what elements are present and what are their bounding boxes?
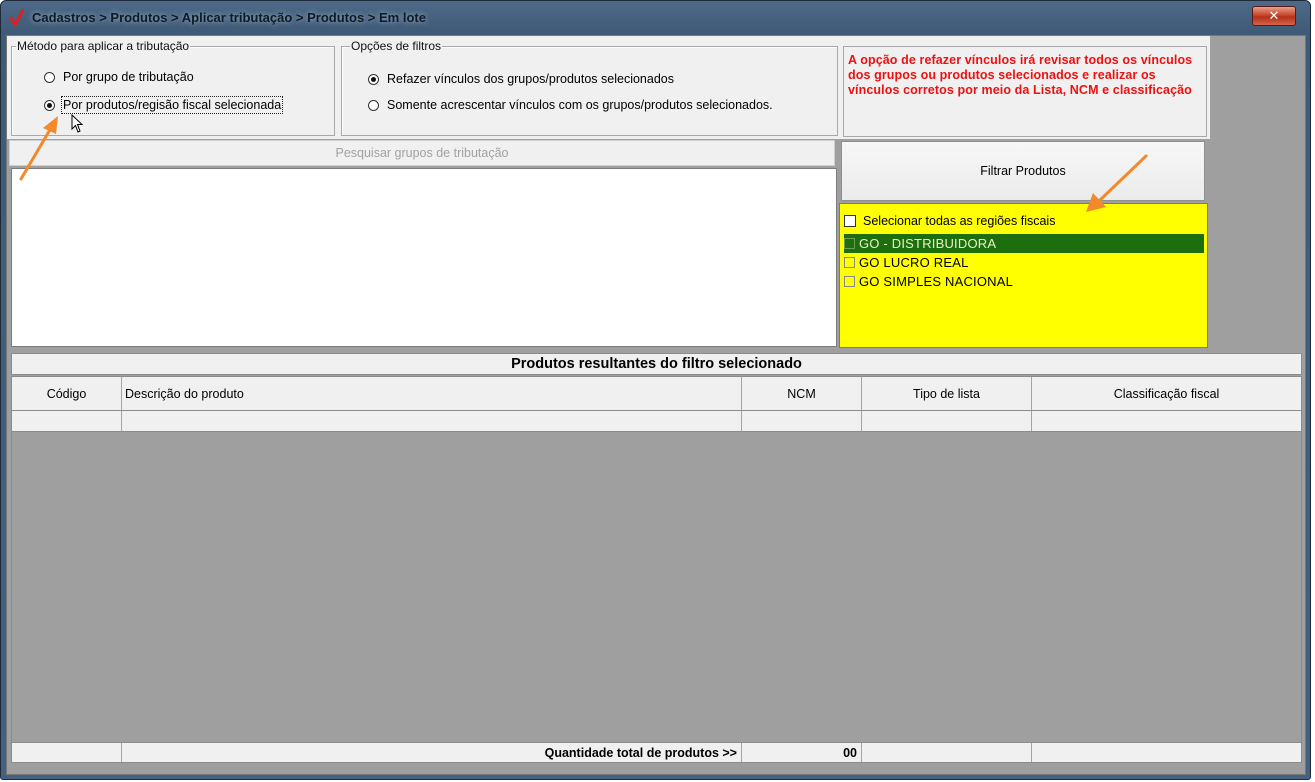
regions-list: GO - DISTRIBUIDORA GO LUCRO REAL GO SIMP… bbox=[844, 234, 1204, 291]
region-item-label: GO SIMPLES NACIONAL bbox=[859, 274, 1014, 289]
checkbox-box[interactable] bbox=[844, 276, 855, 287]
region-item-label: GO LUCRO REAL bbox=[859, 255, 969, 270]
column-header-list-type[interactable]: Tipo de lista bbox=[862, 377, 1032, 410]
region-item-label: GO - DISTRIBUIDORA bbox=[859, 236, 997, 251]
filter-cell[interactable] bbox=[122, 411, 742, 431]
filter-cell[interactable] bbox=[12, 411, 122, 431]
footer-cell bbox=[862, 743, 1032, 762]
footer-cell bbox=[1032, 743, 1301, 762]
column-header-code[interactable]: Código bbox=[12, 377, 122, 410]
title-bar[interactable]: Cadastros > Produtos > Aplicar tributaçã… bbox=[1, 1, 1310, 35]
method-group: Método para aplicar a tributação Por gru… bbox=[11, 39, 335, 136]
column-header-fiscal-class[interactable]: Classificação fiscal bbox=[1032, 377, 1301, 410]
column-header-description[interactable]: Descrição do produto bbox=[122, 377, 742, 410]
filter-options-legend: Opções de filtros bbox=[350, 39, 443, 53]
radio-circle-selected[interactable] bbox=[368, 73, 379, 85]
main-window: Cadastros > Produtos > Aplicar tributaçã… bbox=[0, 0, 1311, 780]
filter-products-button[interactable]: Filtrar Produtos bbox=[841, 141, 1205, 201]
radio-by-products-region[interactable]: Por produtos/regisão fiscal selecionada bbox=[44, 96, 284, 114]
radio-circle[interactable] bbox=[44, 71, 55, 83]
red-check-icon bbox=[10, 9, 24, 27]
filter-options-group: Opções de filtros Refazer vínculos dos g… bbox=[341, 39, 838, 136]
options-panel: Método para aplicar a tributação Por gru… bbox=[7, 36, 1210, 139]
results-title: Produtos resultantes do filtro seleciona… bbox=[11, 353, 1302, 375]
right-filler bbox=[1210, 36, 1305, 346]
select-all-regions-label: Selecionar todas as regiões fiscais bbox=[863, 214, 1056, 228]
radio-redo-links-label: Refazer vínculos dos grupos/produtos sel… bbox=[387, 72, 674, 86]
filter-cell[interactable] bbox=[862, 411, 1032, 431]
radio-add-links-only[interactable]: Somente acrescentar vínculos com os grup… bbox=[368, 98, 773, 112]
total-products-label: Quantidade total de produtos >> bbox=[122, 743, 742, 762]
table-filter-row[interactable] bbox=[11, 411, 1302, 432]
checkbox-box[interactable] bbox=[844, 257, 855, 268]
region-item-go-simples-nacional[interactable]: GO SIMPLES NACIONAL bbox=[844, 272, 1204, 291]
tax-groups-list[interactable] bbox=[11, 168, 837, 347]
radio-by-tax-group-label: Por grupo de tributação bbox=[63, 70, 194, 84]
radio-add-links-only-label: Somente acrescentar vínculos com os grup… bbox=[387, 98, 773, 112]
checkbox-box[interactable] bbox=[844, 238, 855, 249]
info-message: A opção de refazer vínculos irá revisar … bbox=[848, 53, 1193, 97]
results-table-footer: Quantidade total de produtos >> 00 bbox=[11, 742, 1302, 763]
results-table-header: Código Descrição do produto NCM Tipo de … bbox=[11, 376, 1302, 411]
search-tax-groups-header[interactable]: Pesquisar grupos de tributação bbox=[9, 140, 835, 166]
radio-by-tax-group[interactable]: Por grupo de tributação bbox=[44, 70, 194, 84]
region-item-go-lucro-real[interactable]: GO LUCRO REAL bbox=[844, 253, 1204, 272]
filter-cell[interactable] bbox=[1032, 411, 1301, 431]
client-area: Método para aplicar a tributação Por gru… bbox=[6, 35, 1306, 775]
fiscal-regions-panel: Selecionar todas as regiões fiscais GO -… bbox=[839, 203, 1208, 348]
close-button[interactable]: ✕ bbox=[1252, 6, 1296, 26]
total-products-value: 00 bbox=[742, 743, 862, 762]
window-title: Cadastros > Produtos > Aplicar tributaçã… bbox=[32, 10, 426, 25]
method-group-legend: Método para aplicar a tributação bbox=[16, 39, 191, 53]
radio-by-products-region-label: Por produtos/regisão fiscal selecionada bbox=[60, 96, 284, 114]
radio-redo-links[interactable]: Refazer vínculos dos grupos/produtos sel… bbox=[368, 72, 674, 86]
footer-cell bbox=[12, 743, 122, 762]
radio-circle[interactable] bbox=[368, 99, 379, 111]
results-grid-body[interactable] bbox=[11, 432, 1302, 742]
region-item-go-distribuidora[interactable]: GO - DISTRIBUIDORA bbox=[844, 234, 1204, 253]
filter-cell[interactable] bbox=[742, 411, 862, 431]
info-box: A opção de refazer vínculos irá revisar … bbox=[843, 46, 1207, 137]
select-all-regions-checkbox[interactable]: Selecionar todas as regiões fiscais bbox=[844, 214, 1055, 228]
mouse-pointer-icon bbox=[71, 114, 84, 133]
column-header-ncm[interactable]: NCM bbox=[742, 377, 862, 410]
radio-circle-selected[interactable] bbox=[44, 99, 55, 111]
checkbox-box[interactable] bbox=[844, 215, 856, 227]
